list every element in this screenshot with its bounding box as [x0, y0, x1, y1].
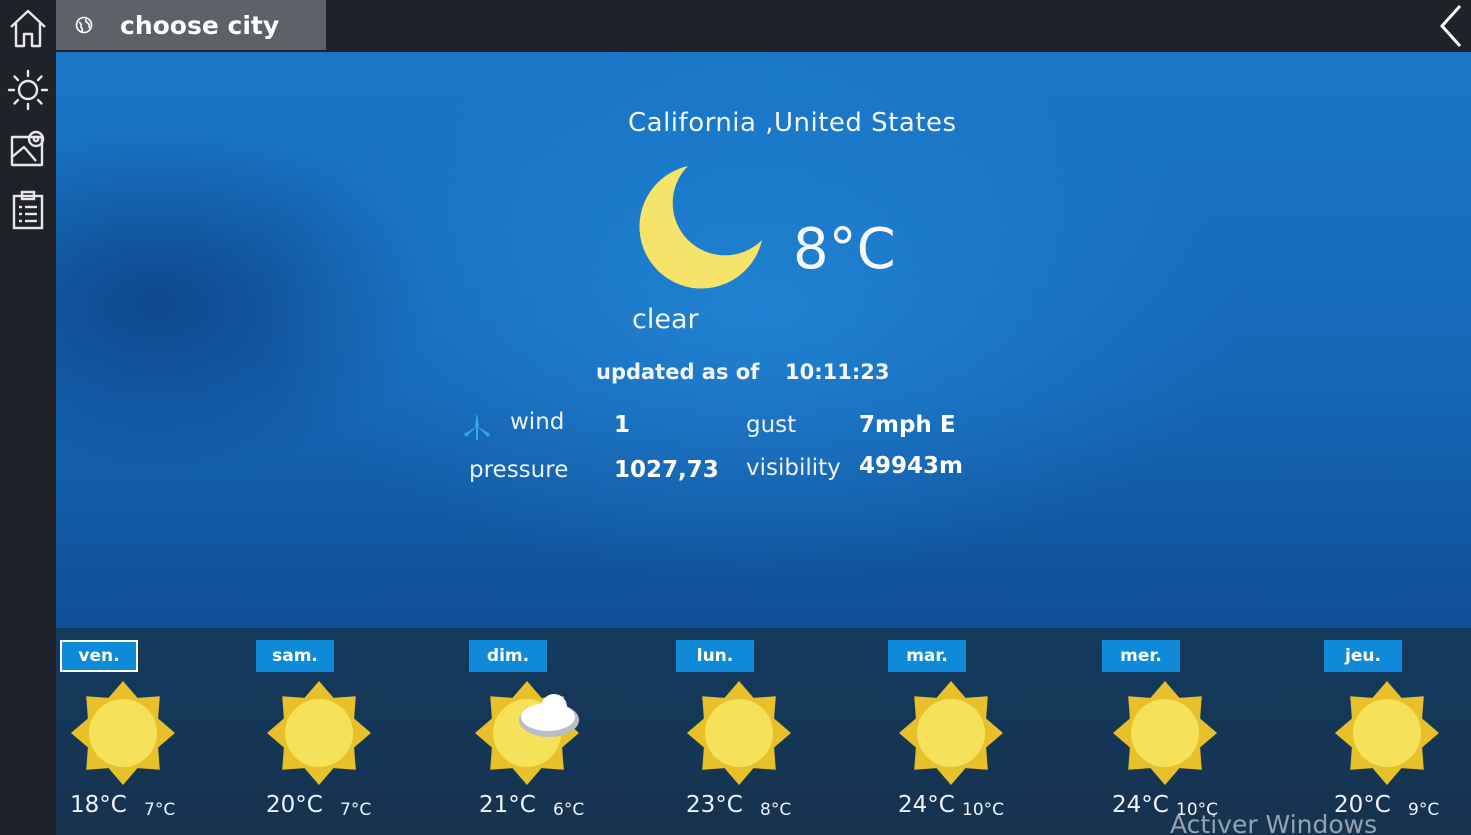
high-temp: 23°C — [686, 792, 743, 818]
low-temp: 6°C — [553, 800, 585, 820]
current-weather-panel: California ,United States 8°C clear upda… — [56, 52, 1471, 628]
globe-icon — [75, 16, 93, 34]
condition-text: clear — [632, 304, 699, 335]
day-tab[interactable]: mar. — [888, 640, 966, 672]
day-tab[interactable]: lun. — [676, 640, 754, 672]
map-button[interactable] — [0, 121, 56, 177]
gust-value: 7mph E — [859, 412, 956, 438]
nav-rail — [0, 0, 56, 835]
low-temp: 9°C — [1408, 800, 1440, 820]
chevron-left-icon — [1439, 4, 1462, 48]
forecast-day[interactable]: ven. 18°C 7°C — [60, 628, 260, 835]
updated-time: 10:11:23 — [785, 360, 890, 384]
forecast-day[interactable]: sam. 20°C 7°C — [256, 628, 456, 835]
home-icon — [10, 9, 46, 48]
high-temp: 24°C — [1112, 792, 1169, 818]
wind-value: 1 — [614, 412, 631, 438]
forecast-day[interactable]: jeu. 20°C 9°C — [1324, 628, 1471, 835]
activation-watermark: Activer Windows — [1170, 810, 1378, 835]
day-tab[interactable]: sam. — [256, 640, 334, 672]
day-tab[interactable]: ven. — [60, 640, 138, 672]
low-temp: 7°C — [340, 800, 372, 820]
sun-icon — [267, 681, 371, 785]
day-tab[interactable]: dim. — [469, 640, 547, 672]
wind-label: wind — [510, 409, 565, 435]
top-bar: choose city — [56, 0, 1471, 52]
forecast-day[interactable]: lun. 23°C 8°C — [676, 628, 876, 835]
low-temp: 7°C — [144, 800, 176, 820]
forecast-day[interactable]: dim. 21°C 6°C — [469, 628, 669, 835]
visibility-label: visibility — [746, 455, 841, 481]
moon-icon — [639, 166, 762, 289]
visibility-value: 49943m — [859, 453, 963, 479]
forecast-day[interactable]: mer. 24°C 10°C — [1102, 628, 1302, 835]
low-temp: 8°C — [760, 800, 792, 820]
high-temp: 24°C — [898, 792, 955, 818]
weather-button[interactable] — [0, 62, 56, 118]
choose-city-button[interactable]: choose city — [56, 0, 326, 50]
clipboard-list-icon — [12, 190, 44, 230]
day-tab[interactable]: mer. — [1102, 640, 1180, 672]
forecast-strip: ven. 18°C 7°C sam. 20°C 7°C dim. 21°C 6°C lun. 23°… — [56, 628, 1471, 835]
low-temp: 10°C — [962, 800, 1005, 820]
high-temp: 21°C — [479, 792, 536, 818]
high-temp: 18°C — [70, 792, 127, 818]
high-temp: 20°C — [266, 792, 323, 818]
back-button[interactable] — [1431, 0, 1471, 52]
pressure-value: 1027,73 — [614, 457, 719, 483]
current-temperature: 8°C — [793, 217, 896, 282]
list-button[interactable] — [0, 182, 56, 238]
sun-icon — [687, 681, 791, 785]
gust-label: gust — [746, 412, 797, 438]
sun-icon — [1335, 681, 1439, 785]
wind-turbine-icon — [464, 413, 490, 440]
updated-label: updated as of — [596, 360, 760, 384]
sun-outline-icon — [7, 69, 49, 111]
sun-icon — [71, 681, 175, 785]
home-button[interactable] — [0, 0, 56, 56]
forecast-day[interactable]: mar. 24°C 10°C — [888, 628, 1088, 835]
sun-icon — [1113, 681, 1217, 785]
location-title: California ,United States — [628, 108, 957, 138]
map-icon — [10, 130, 45, 167]
day-tab[interactable]: jeu. — [1324, 640, 1402, 672]
pressure-label: pressure — [469, 457, 569, 483]
choose-city-label: choose city — [120, 10, 280, 40]
sun-cloud-icon — [475, 681, 579, 785]
sun-icon — [899, 681, 1003, 785]
